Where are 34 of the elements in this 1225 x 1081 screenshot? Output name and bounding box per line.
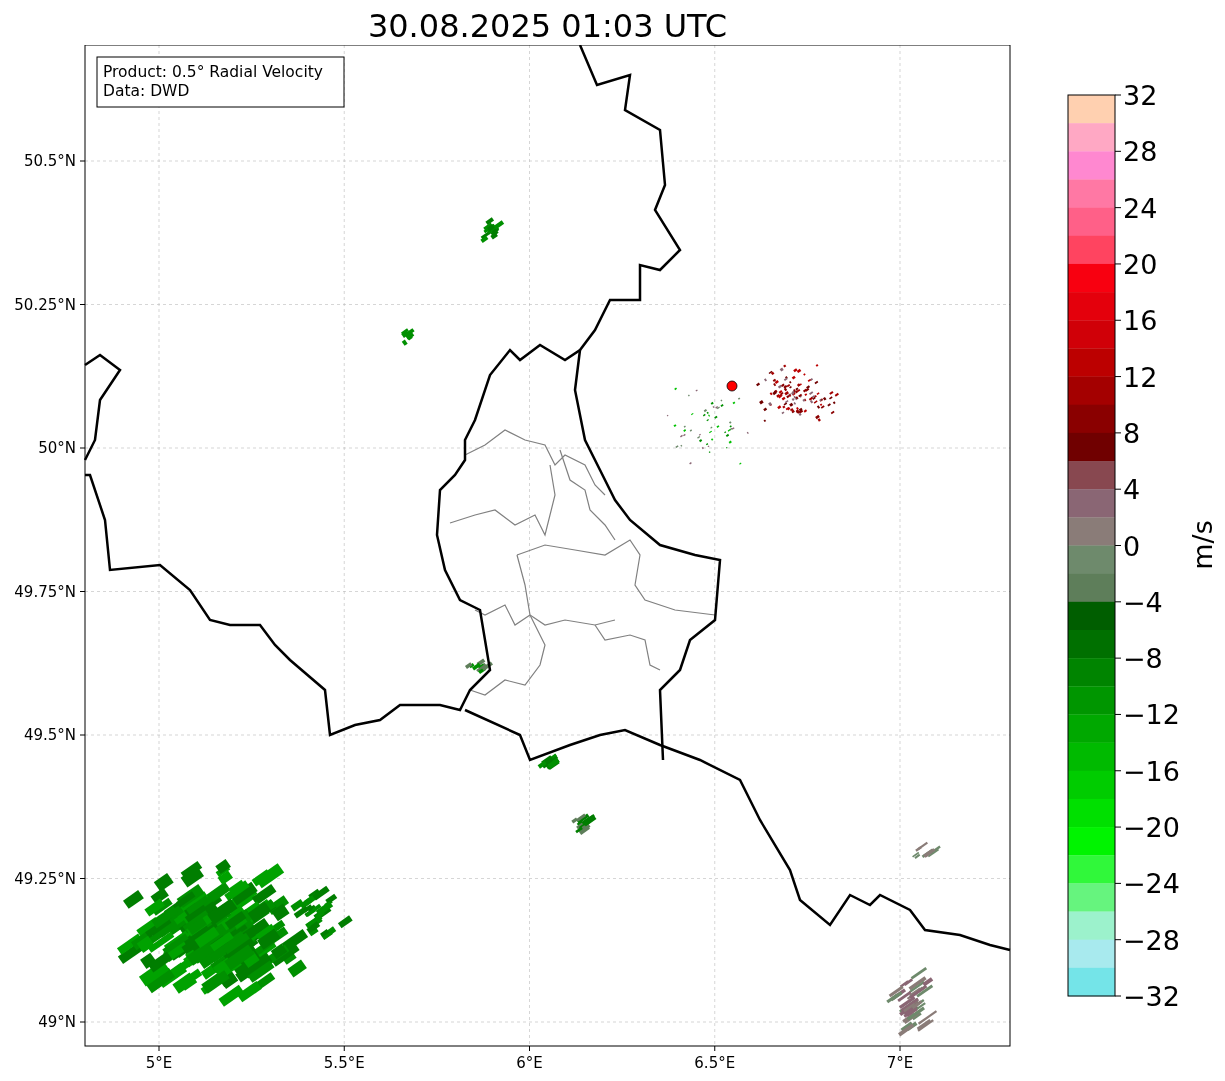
latitude-label: 49°N (38, 1013, 76, 1031)
longitude-label: 6°E (516, 1054, 543, 1072)
colorbar-tick-label: 20 (1123, 248, 1158, 280)
colorbar-tick-label: 8 (1123, 417, 1141, 449)
latitude-label: 49.5°N (23, 726, 76, 744)
latitude-label: 50°N (38, 439, 76, 457)
longitude-label: 5°E (145, 1054, 173, 1072)
colorbar-tick-label: 24 (1123, 192, 1158, 224)
longitude-label: 5.5°E (323, 1054, 365, 1072)
info-text: Product: 0.5° Radial Velocity (103, 63, 323, 81)
colorbar-tick-label: 4 (1123, 474, 1141, 506)
info-text: Data: DWD (103, 82, 190, 100)
latitude-label: 50.25°N (14, 295, 76, 314)
plot-title: 30.08.2025 01:03 UTC (366, 6, 729, 45)
latitude-label: 50.5°N (23, 152, 76, 170)
longitude-label: 7°E (886, 1054, 914, 1072)
colorbar-tick-label: 32 (1123, 80, 1158, 111)
latitude-label: 49.25°N (14, 869, 76, 888)
colorbar-tick-label: 0 (1123, 530, 1141, 562)
colorbar-tick-label: −8 (1123, 643, 1163, 675)
latitude-label: 49.75°N (14, 582, 76, 601)
colorbar-tick-label: 12 (1123, 361, 1158, 393)
radar-site-marker (726, 380, 738, 392)
colorbar-label: m/s (1187, 520, 1218, 570)
colorbar-tick-label: −4 (1123, 586, 1163, 618)
colorbar-tick-label: 28 (1123, 136, 1158, 168)
colorbar-tick-label: −24 (1123, 868, 1180, 900)
colorbar-tick-label: −16 (1123, 755, 1180, 787)
colorbar-tick-label: −20 (1123, 812, 1180, 844)
colorbar-tick-label: −28 (1123, 924, 1180, 956)
colorbar-tick-label: −12 (1123, 699, 1180, 731)
longitude-label: 6.5°E (694, 1054, 736, 1072)
colorbar-tick-label: −32 (1123, 981, 1180, 1012)
colorbar-tick-label: 16 (1123, 305, 1158, 337)
